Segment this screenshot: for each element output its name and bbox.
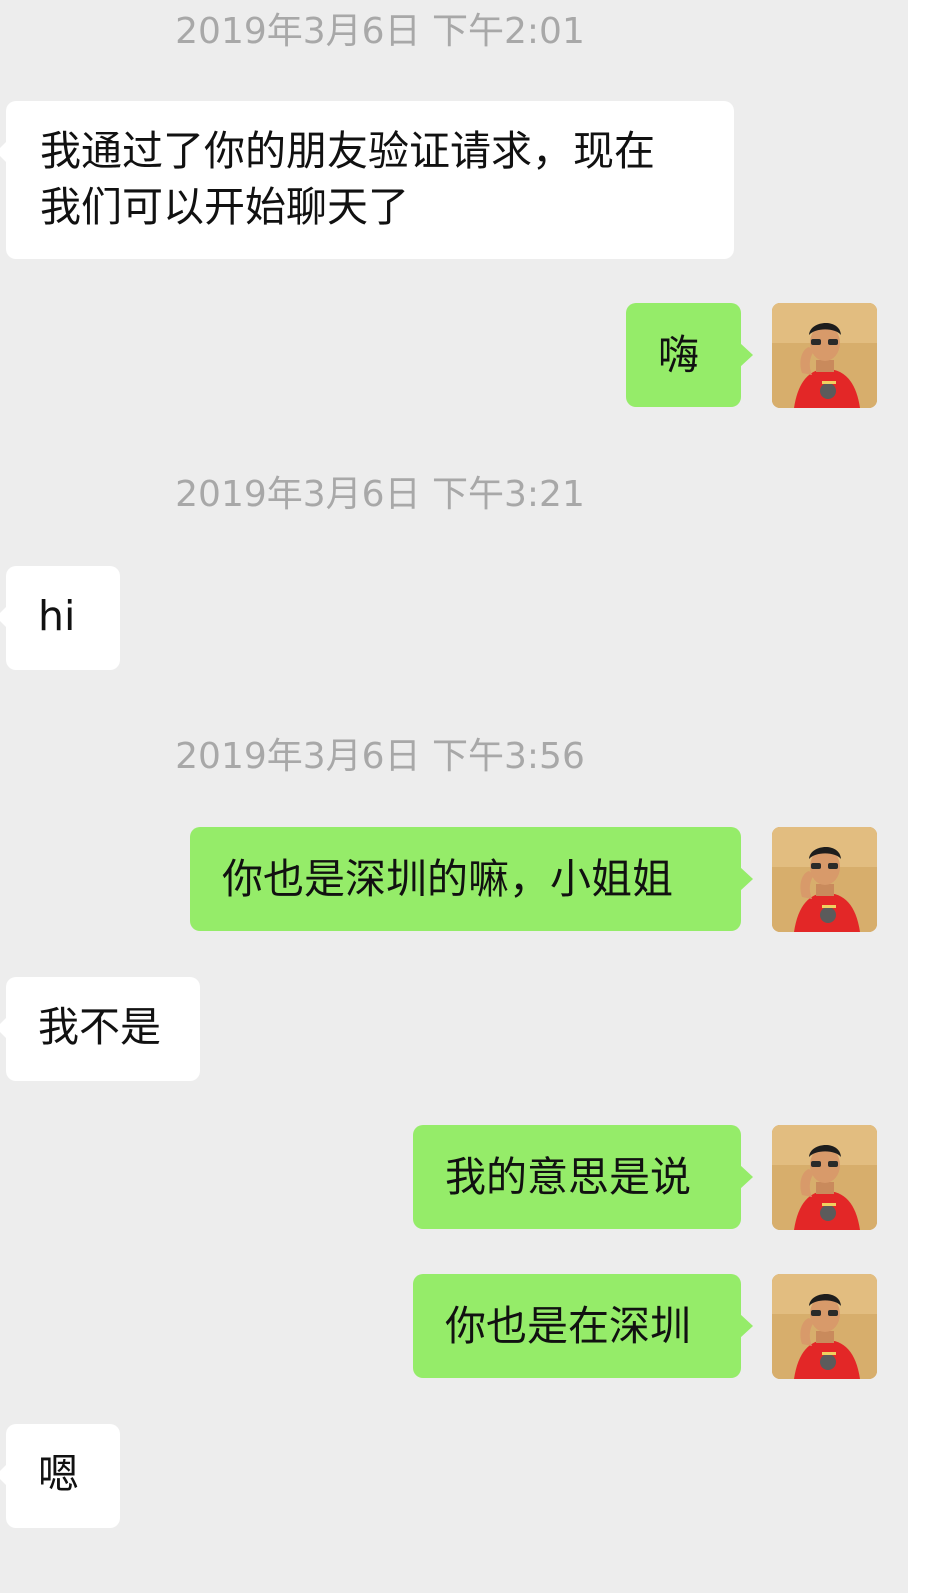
avatar-photo-icon	[772, 1125, 877, 1230]
message-bubble-incoming[interactable]: 我通过了你的朋友验证请求，现在 我们可以开始聊天了	[0, 101, 734, 259]
timestamp: 2019年3月6日 下午2:01	[175, 11, 585, 52]
message-bubble-incoming[interactable]: 我不是	[0, 977, 200, 1081]
chat-history[interactable]: 2019年3月6日 下午2:01 我通过了你的朋友验证请求，现在 我们可以开始聊…	[0, 0, 908, 1593]
avatar[interactable]	[772, 1274, 877, 1379]
message-bubble-outgoing[interactable]: 你也是深圳的嘛，小姐姐	[190, 827, 753, 931]
avatar-photo-icon	[772, 1274, 877, 1379]
message-bubble-outgoing[interactable]: 你也是在深圳	[413, 1274, 753, 1378]
avatar[interactable]	[772, 1125, 877, 1230]
avatar[interactable]	[772, 827, 877, 932]
avatar[interactable]	[772, 303, 877, 408]
message-bubble-incoming[interactable]: 嗯	[0, 1424, 120, 1528]
avatar-photo-icon	[772, 827, 877, 932]
timestamp: 2019年3月6日 下午3:56	[175, 736, 585, 777]
message-bubble-outgoing[interactable]: 我的意思是说	[413, 1125, 753, 1229]
timestamp: 2019年3月6日 下午3:21	[175, 474, 585, 515]
message-bubble-incoming[interactable]: hi	[0, 566, 120, 670]
avatar-photo-icon	[772, 303, 877, 408]
message-bubble-outgoing[interactable]: 嗨	[626, 303, 753, 407]
